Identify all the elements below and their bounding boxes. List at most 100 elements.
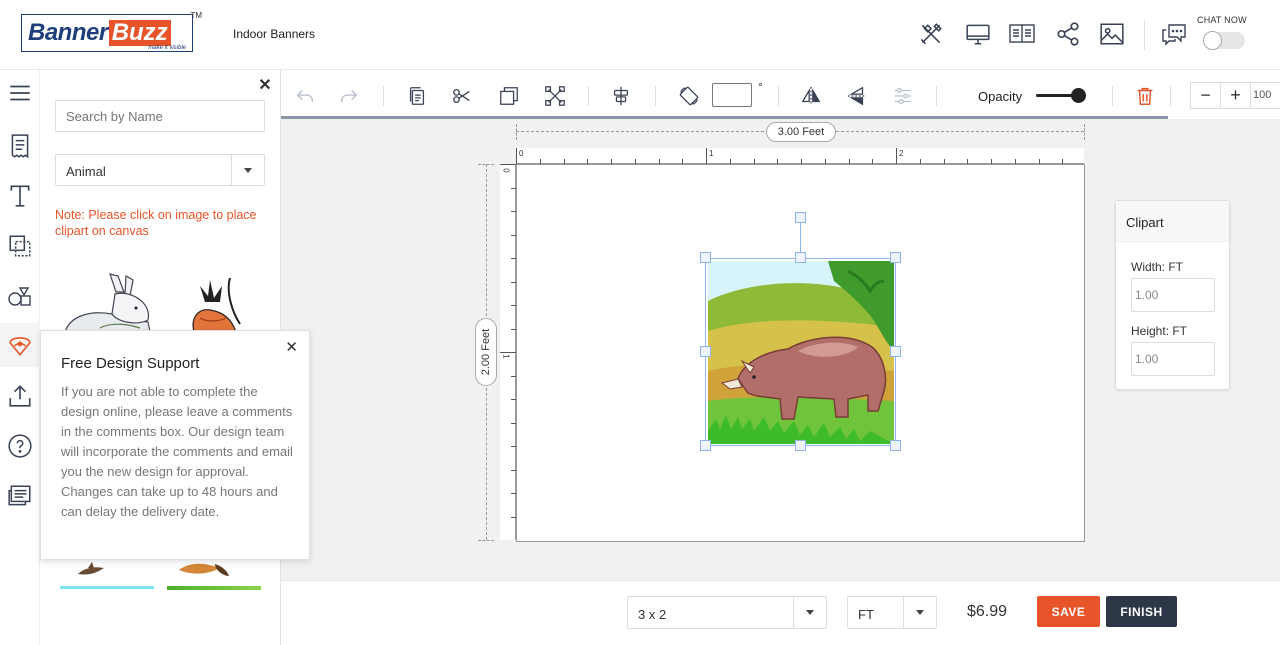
clipart-thumb-rabbit[interactable] — [60, 272, 155, 333]
support-close-icon[interactable]: ✕ — [285, 338, 298, 356]
banner-designer-app: Banner Buzz make it visible TM Indoor Ba… — [0, 0, 1280, 645]
clipart-properties-title: Clipart — [1126, 215, 1164, 230]
clipart-note: Note: Please click on image to place cli… — [55, 208, 257, 238]
undo-icon[interactable] — [293, 84, 317, 108]
height-input[interactable] — [1131, 342, 1215, 376]
clipart-thumb-strip-1 — [60, 586, 154, 589]
resize-handle-tl[interactable] — [700, 252, 711, 263]
adjust-filters-icon[interactable] — [891, 84, 915, 108]
ruler-left-ticks — [500, 164, 516, 518]
redo-icon[interactable] — [337, 84, 361, 108]
share-icon[interactable] — [1054, 20, 1082, 48]
flip-horizontal-icon[interactable] — [799, 84, 823, 108]
resize-handle-mr[interactable] — [890, 346, 901, 357]
price: $6.99 — [967, 603, 1008, 620]
height-dimension-label: 2.00 Feet — [475, 318, 497, 386]
text-icon[interactable] — [0, 176, 40, 216]
comments-icon[interactable] — [0, 476, 40, 516]
height-dimension-tick-top — [478, 164, 494, 165]
product-title: Indoor Banners — [233, 27, 316, 41]
rotation-angle-input[interactable] — [712, 83, 752, 107]
height-dimension-tick-bottom — [478, 540, 494, 541]
help-icon[interactable] — [0, 426, 40, 466]
free-design-support-popup: Free Design Support ✕ If you are not abl… — [40, 330, 310, 560]
bannerbuzz-logo[interactable]: Banner Buzz make it visible TM — [21, 11, 202, 52]
toolbar-divider — [588, 86, 589, 106]
chevron-down-icon — [231, 155, 264, 185]
menu-icon[interactable] — [0, 73, 40, 113]
size-select[interactable]: 3 x 2 — [627, 596, 827, 629]
zoom-in-button[interactable]: + — [1221, 83, 1251, 108]
height-dimension-text: 2.00 Feet — [480, 328, 493, 376]
zoom-control: − + 100 — [1190, 82, 1280, 109]
clipart-properties-panel: Clipart Width: FT Height: FT — [1115, 200, 1230, 390]
selection-box — [705, 258, 896, 446]
clipart-icon[interactable] — [0, 323, 40, 367]
upload-icon[interactable] — [0, 376, 40, 416]
support-title: Free Design Support — [61, 355, 200, 372]
product-details-icon[interactable] — [1008, 20, 1036, 48]
ruler-left-label: 1 — [501, 354, 511, 359]
size-select-value: 3 x 2 — [638, 607, 667, 622]
resize-handle-bm[interactable] — [795, 440, 806, 451]
chat-toggle[interactable] — [1203, 31, 1245, 50]
desktop-preview-icon[interactable] — [964, 20, 992, 48]
ungroup-icon[interactable] — [543, 84, 567, 108]
resize-handle-tr[interactable] — [890, 252, 901, 263]
width-input[interactable] — [1131, 278, 1215, 312]
copy-icon[interactable] — [405, 84, 429, 108]
rotate-icon[interactable] — [677, 84, 701, 108]
flip-vertical-icon[interactable] — [845, 84, 869, 108]
save-button[interactable]: SAVE — [1037, 596, 1100, 627]
clipart-thumb-bird[interactable] — [180, 272, 245, 333]
resize-handle-tm[interactable] — [795, 252, 806, 263]
chat-now-label: CHAT NOW — [1197, 15, 1247, 25]
chevron-down-icon — [903, 597, 936, 628]
width-label: Width: FT — [1131, 260, 1184, 274]
zoom-value: 100 — [1253, 89, 1272, 101]
ruler-top: 0 1 2 — [516, 148, 1084, 164]
ruler-top-ticks — [516, 148, 1063, 164]
category-select[interactable]: Animal — [55, 154, 265, 186]
ruler-top-label: 1 — [709, 149, 714, 158]
logo-tagline: make it visible — [148, 45, 186, 51]
duplicate-icon[interactable] — [497, 84, 521, 108]
opacity-label: Opacity — [978, 89, 1023, 104]
panel-close-icon[interactable]: ✕ — [258, 78, 272, 94]
resize-handle-bl[interactable] — [700, 440, 711, 451]
resize-handle-br[interactable] — [890, 440, 901, 451]
logo-text-buzz: Buzz — [108, 20, 171, 46]
rotate-handle[interactable] — [795, 212, 806, 223]
chat-icon[interactable] — [1160, 20, 1188, 48]
toolbar-divider — [655, 86, 656, 106]
category-select-value: Animal — [66, 164, 106, 179]
delete-icon[interactable] — [1133, 84, 1157, 108]
ruler-top-label: 2 — [899, 149, 904, 158]
degree-symbol: ° — [758, 80, 763, 94]
finish-button[interactable]: FINISH — [1106, 596, 1177, 627]
toolbar-divider — [778, 86, 779, 106]
width-dimension-tick-right — [1084, 124, 1085, 140]
logo-text-banner: Banner — [28, 19, 108, 46]
template-icon[interactable] — [0, 126, 40, 166]
unit-select-value: FT — [858, 607, 874, 622]
clipart-properties-header: Clipart — [1116, 201, 1229, 242]
align-center-icon[interactable] — [609, 84, 633, 108]
chevron-down-icon — [793, 597, 826, 628]
image-icon[interactable] — [1098, 20, 1126, 48]
zoom-out-button[interactable]: − — [1191, 83, 1221, 108]
logo-trademark: TM — [190, 11, 202, 20]
clipart-search-input[interactable] — [55, 100, 265, 132]
toolbar-progress-bar — [281, 116, 1168, 119]
header-divider — [1144, 20, 1145, 50]
design-tools-icon[interactable] — [917, 20, 945, 48]
opacity-slider-handle[interactable] — [1071, 88, 1086, 103]
cut-icon[interactable] — [450, 84, 474, 108]
edit-toolbar — [281, 70, 1280, 120]
resize-handle-ml[interactable] — [700, 346, 711, 357]
chat-toggle-knob — [1203, 31, 1222, 50]
layers-icon[interactable] — [0, 226, 40, 266]
toolbar-divider — [936, 86, 937, 106]
shapes-icon[interactable] — [0, 276, 40, 316]
unit-select[interactable]: FT — [847, 596, 937, 629]
